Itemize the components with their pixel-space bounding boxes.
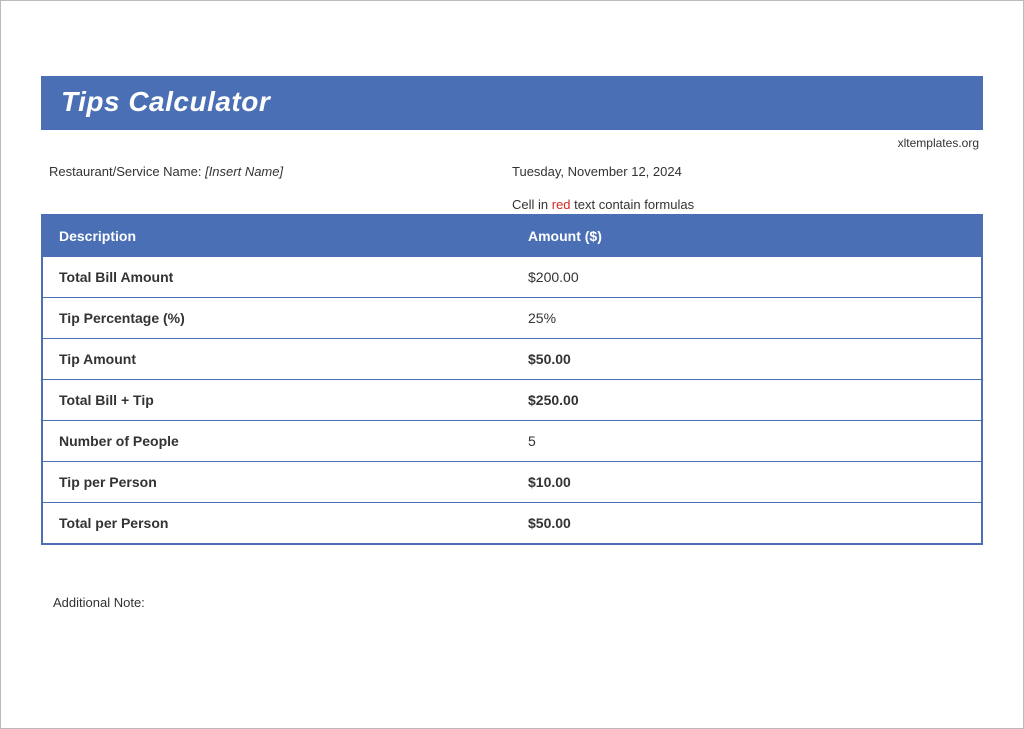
table-row: Total per Person $50.00 [42,503,982,545]
row-label: Tip Percentage (%) [42,298,512,339]
restaurant-field: Restaurant/Service Name: [Insert Name] [49,164,512,179]
table-row: Tip Amount $50.00 [42,339,982,380]
table-row: Number of People 5 [42,421,982,462]
row-value: $250.00 [512,380,982,421]
row-label: Total per Person [42,503,512,545]
table-row: Tip per Person $10.00 [42,462,982,503]
document-page: Tips Calculator xltemplates.org Restaura… [0,0,1024,729]
table-row: Total Bill Amount $200.00 [42,257,982,298]
formula-note-row: Cell in red text contain formulas [41,191,983,214]
row-value: 5 [512,421,982,462]
meta-row: Restaurant/Service Name: [Insert Name] T… [41,160,983,191]
col-description: Description [42,215,512,257]
row-value: $50.00 [512,339,982,380]
restaurant-value: [Insert Name] [205,164,283,179]
formula-note: Cell in red text contain formulas [512,197,975,212]
table-header-row: Description Amount ($) [42,215,982,257]
row-value: $200.00 [512,257,982,298]
col-amount: Amount ($) [512,215,982,257]
row-value: 25% [512,298,982,339]
row-label: Total Bill + Tip [42,380,512,421]
table-row: Total Bill + Tip $250.00 [42,380,982,421]
additional-note-label: Additional Note: [41,545,983,610]
table-row: Tip Percentage (%) 25% [42,298,982,339]
row-value: $10.00 [512,462,982,503]
row-label: Tip Amount [42,339,512,380]
row-value: $50.00 [512,503,982,545]
row-label: Tip per Person [42,462,512,503]
note-spacer [49,197,512,212]
row-label: Number of People [42,421,512,462]
content: Tips Calculator xltemplates.org Restaura… [1,76,1023,610]
restaurant-label: Restaurant/Service Name: [49,164,205,179]
row-label: Total Bill Amount [42,257,512,298]
page-title: Tips Calculator [41,76,983,130]
formula-note-pre: Cell in [512,197,552,212]
formula-note-post: text contain formulas [571,197,695,212]
tips-table: Description Amount ($) Total Bill Amount… [41,214,983,545]
source-label: xltemplates.org [41,134,983,160]
formula-note-red: red [552,197,571,212]
date-field: Tuesday, November 12, 2024 [512,164,975,179]
